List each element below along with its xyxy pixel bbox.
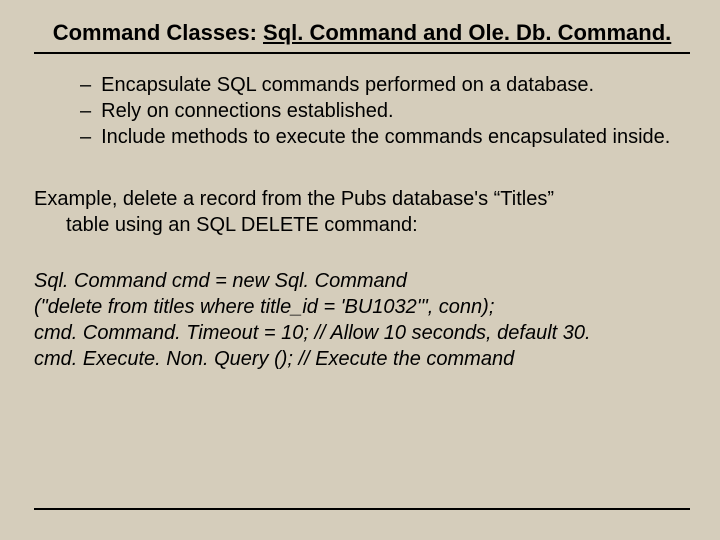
- title-underlined: Sql. Command and Ole. Db. Command.: [263, 20, 671, 45]
- bullet-list: – Encapsulate SQL commands performed on …: [34, 72, 690, 150]
- slide-title: Command Classes: Sql. Command and Ole. D…: [34, 20, 690, 46]
- bullet-text: Encapsulate SQL commands performed on a …: [101, 72, 690, 98]
- code-line: cmd. Execute. Non. Query (); // Execute …: [34, 346, 690, 372]
- example-paragraph: Example, delete a record from the Pubs d…: [34, 186, 690, 238]
- code-line: ("delete from titles where title_id = 'B…: [34, 294, 690, 320]
- example-line2: table using an SQL DELETE command:: [34, 212, 690, 238]
- bullet-dash-icon: –: [80, 98, 91, 124]
- list-item: – Include methods to execute the command…: [80, 124, 690, 150]
- footer-divider: [34, 508, 690, 510]
- title-area: Command Classes: Sql. Command and Ole. D…: [34, 20, 690, 54]
- bullet-text: Include methods to execute the commands …: [101, 124, 690, 150]
- list-item: – Rely on connections established.: [80, 98, 690, 124]
- list-item: – Encapsulate SQL commands performed on …: [80, 72, 690, 98]
- code-line: cmd. Command. Timeout = 10; // Allow 10 …: [34, 320, 690, 346]
- bullet-dash-icon: –: [80, 124, 91, 150]
- bullet-dash-icon: –: [80, 72, 91, 98]
- code-line: Sql. Command cmd = new Sql. Command: [34, 268, 690, 294]
- code-block: Sql. Command cmd = new Sql. Command ("de…: [34, 268, 690, 372]
- bullet-text: Rely on connections established.: [101, 98, 690, 124]
- example-line1: Example, delete a record from the Pubs d…: [34, 186, 690, 212]
- slide: Command Classes: Sql. Command and Ole. D…: [0, 0, 720, 540]
- title-lead: Command Classes:: [53, 20, 263, 45]
